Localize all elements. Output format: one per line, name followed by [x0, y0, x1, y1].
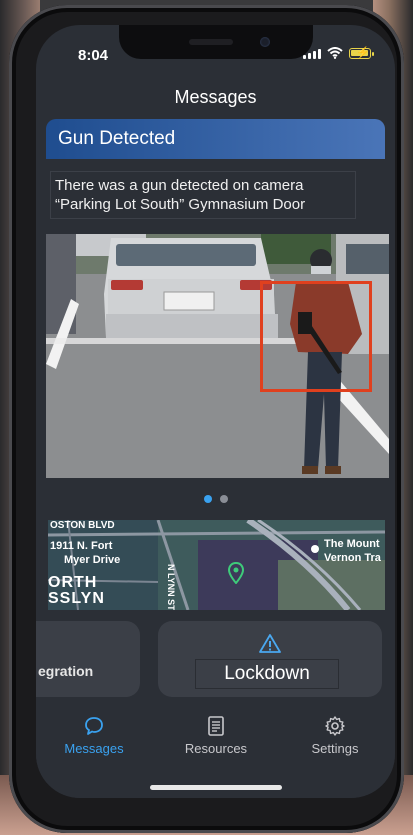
page-dot[interactable] [219, 495, 228, 503]
map-label-street: OSTON BLVD [50, 520, 115, 531]
wifi-icon [327, 47, 343, 59]
map-label-area: SSLYN [48, 590, 105, 607]
map-label-poi: Vernon Tra [324, 552, 381, 564]
map-label-address: Myer Drive [64, 554, 121, 566]
tab-label: Settings [311, 741, 359, 756]
lockdown-button[interactable]: Lockdown [158, 621, 382, 697]
document-icon [208, 716, 224, 736]
tab-settings[interactable]: Settings [290, 715, 380, 756]
action-row: egration Lockdown [36, 615, 395, 701]
tab-resources[interactable]: Resources [171, 715, 261, 756]
map-label-poi: The Mount [324, 538, 380, 550]
alert-title: Gun Detected [58, 128, 176, 149]
chat-bubble-icon [85, 717, 103, 735]
page-dot-active[interactable] [203, 495, 212, 503]
status-icons: ⚡ [303, 47, 374, 59]
alert-description: There was a gun detected on camera “Park… [50, 171, 356, 219]
integration-button-label: egration [38, 663, 94, 679]
lockdown-label: Lockdown [224, 663, 310, 684]
page-title: Messages [174, 87, 257, 107]
integration-button[interactable]: egration [36, 621, 140, 697]
lockdown-label-box: Lockdown [195, 659, 339, 689]
home-indicator[interactable] [150, 785, 282, 790]
notch [119, 25, 313, 59]
location-map[interactable]: OSTON BLVD 1911 N. Fort Myer Drive ORTH … [48, 520, 385, 610]
map-marker-icon [311, 545, 319, 553]
front-camera [260, 37, 270, 47]
tab-label: Messages [64, 741, 124, 756]
carousel-pagination [36, 495, 395, 503]
detection-box [260, 281, 372, 392]
speaker-grille [189, 39, 233, 45]
phone-screen: 8:04 ⚡ Messages Gun Detected There was a… [36, 25, 395, 798]
alert-header[interactable]: Gun Detected [46, 119, 385, 159]
alert-description-line: There was a gun detected on camera [55, 177, 304, 194]
tab-label: Resources [184, 741, 248, 756]
battery-icon: ⚡ [349, 47, 374, 59]
map-pin-icon[interactable] [228, 562, 244, 584]
tab-messages[interactable]: Messages [49, 715, 139, 756]
phone-frame: 8:04 ⚡ Messages Gun Detected There was a… [9, 5, 404, 833]
gear-icon [325, 716, 345, 736]
camera-snapshot[interactable] [46, 234, 389, 478]
warning-icon [259, 634, 281, 653]
map-label-address: 1911 N. Fort [50, 540, 113, 552]
alert-description-line: “Parking Lot South” Gymnasium Door [55, 196, 306, 213]
status-time: 8:04 [78, 47, 109, 64]
map-label-street: N LYNN ST [166, 564, 176, 610]
